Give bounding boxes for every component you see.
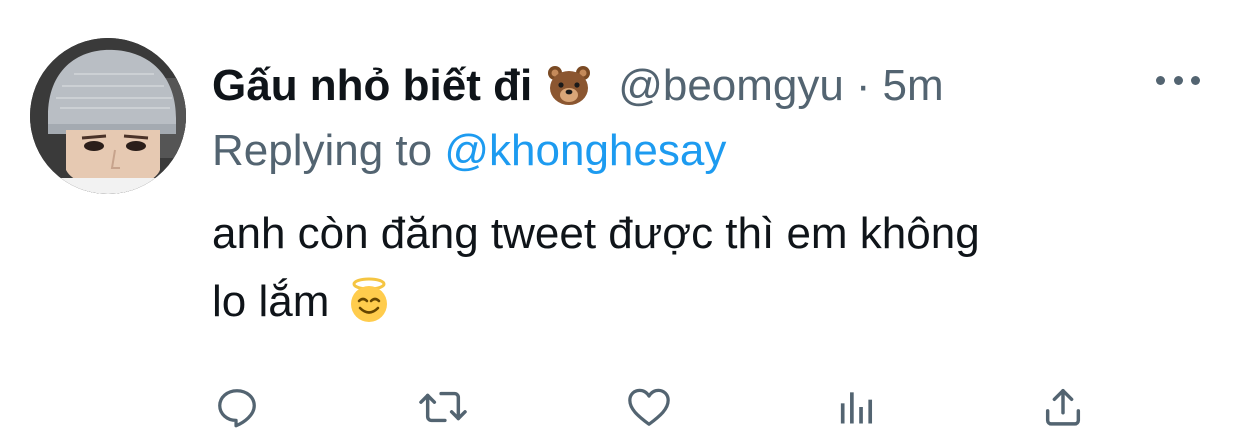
replying-handle[interactable]: @khonghesay [444,126,726,175]
tweet-actions [0,382,1242,432]
display-name[interactable]: Gấu nhỏ biết đi [212,61,532,111]
avatar[interactable] [30,38,186,194]
tweet-header: Gấu nhỏ biết đi @beomgyu · 5m [212,58,944,114]
like-icon[interactable] [624,382,674,432]
retweet-icon[interactable] [418,382,468,432]
user-handle[interactable]: @beomgyu [618,61,844,111]
replying-to: Replying to @khonghesay [212,126,726,176]
reply-icon[interactable] [212,382,262,432]
smiling-face-with-halo-emoji [345,276,393,324]
separator-dot: · [855,61,871,110]
bear-face-emoji [546,63,592,109]
more-options-icon[interactable] [1156,66,1200,94]
replying-prefix: Replying to [212,126,433,175]
tweet-time[interactable]: 5m [883,61,944,111]
tweet[interactable]: Gấu nhỏ biết đi @beomgyu · 5m Replying t… [0,0,1242,431]
share-icon[interactable] [1038,382,1088,432]
tweet-text-line-2: lo lắm [212,268,1202,336]
tweet-body: anh còn đăng tweet được thì em không lo … [212,200,1202,336]
analytics-icon[interactable] [832,382,882,432]
tweet-text-line-2-text: lo lắm [212,277,330,326]
tweet-text-line-1: anh còn đăng tweet được thì em không [212,209,980,258]
